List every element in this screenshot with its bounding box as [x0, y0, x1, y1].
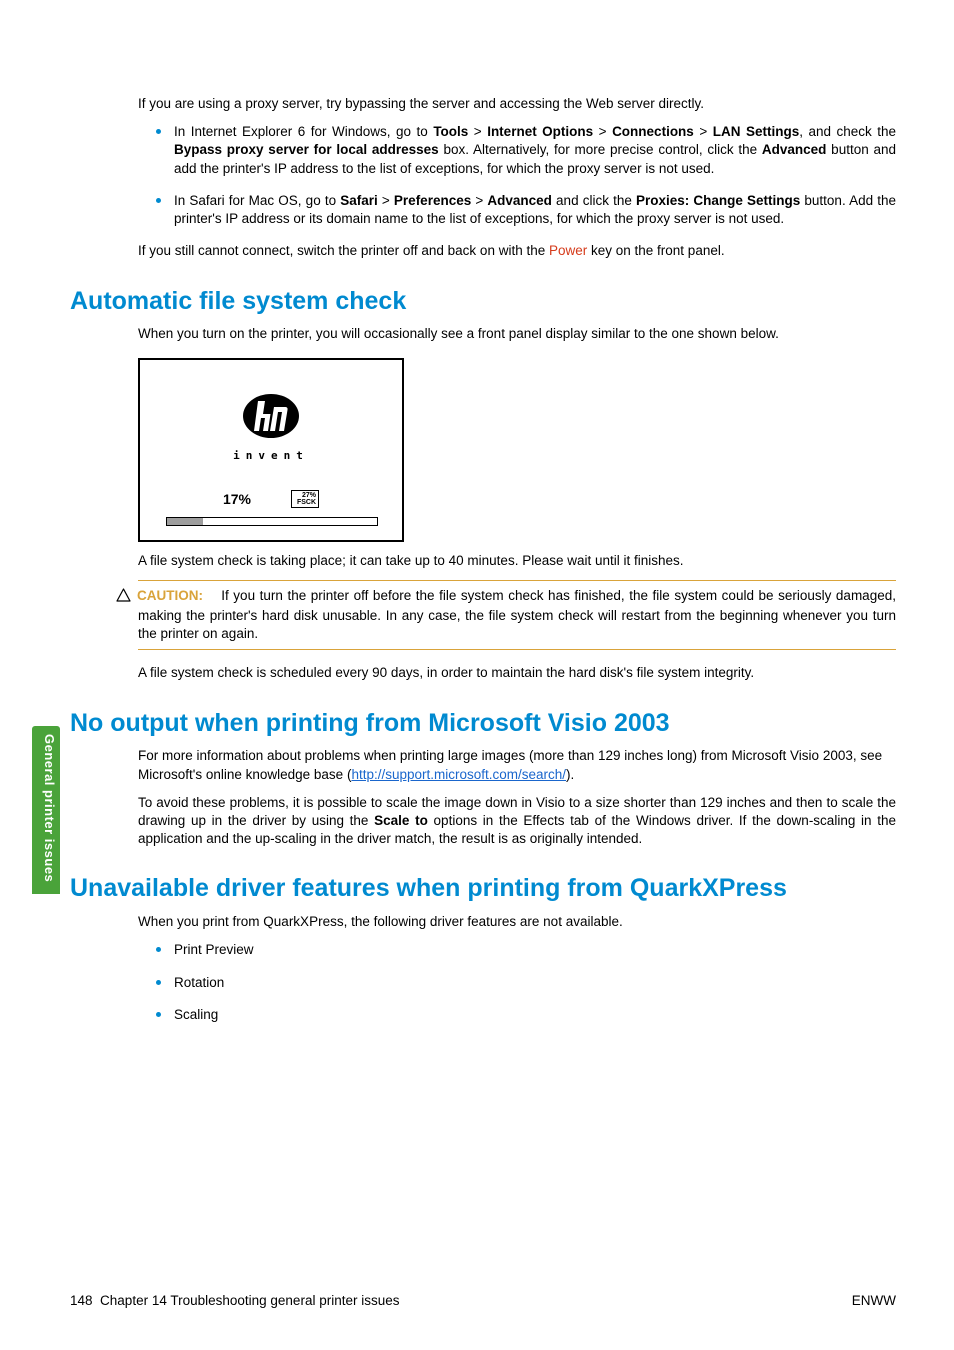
text: >	[593, 124, 612, 139]
heading-automatic-fsck: Automatic file system check	[70, 287, 896, 316]
text: Tools	[433, 124, 468, 139]
text: 27%	[294, 492, 316, 499]
text: FSCK	[294, 499, 316, 506]
progress-percent: 17%	[223, 490, 251, 509]
ms-support-link[interactable]: http://support.microsoft.com/search/	[351, 767, 566, 782]
invent-text: invent	[140, 449, 402, 464]
text: Internet Options	[487, 124, 593, 139]
text: and click the	[552, 193, 636, 208]
text: >	[378, 193, 394, 208]
text: Preferences	[394, 193, 471, 208]
text: box. Alternatively, for more precise con…	[439, 142, 762, 157]
caution-text	[208, 588, 222, 603]
text: Proxies: Change Settings	[636, 193, 800, 208]
text: Connections	[612, 124, 694, 139]
text: LAN Settings	[713, 124, 800, 139]
text: Scale to	[374, 813, 428, 828]
text: >	[468, 124, 487, 139]
chapter-title: Chapter 14 Troubleshooting general print…	[100, 1293, 399, 1308]
text: >	[694, 124, 713, 139]
heading-no-output-visio: No output when printing from Microsoft V…	[70, 709, 896, 738]
quark-features-list: Print Preview Rotation Scaling	[138, 941, 896, 1024]
visio-paragraph-2: To avoid these problems, it is possible …	[138, 794, 896, 849]
list-item: Rotation	[138, 974, 896, 992]
proxy-bullet-list: In Internet Explorer 6 for Windows, go t…	[138, 123, 896, 228]
page-number: 148	[70, 1293, 93, 1308]
front-panel-display: invent 17% 27% FSCK	[138, 358, 404, 542]
progress-bar	[166, 517, 378, 526]
text: >	[471, 193, 487, 208]
text: In Safari for Mac OS, go to	[174, 193, 340, 208]
text: If you still cannot connect, switch the …	[138, 243, 549, 258]
progress-bar-fill	[167, 518, 203, 525]
quark-paragraph: When you print from QuarkXPress, the fol…	[138, 913, 896, 931]
heading-quarkxpress: Unavailable driver features when printin…	[70, 874, 896, 903]
still-cannot-paragraph: If you still cannot connect, switch the …	[138, 242, 896, 260]
caution-icon	[116, 588, 131, 607]
text: ).	[566, 767, 574, 782]
side-tab: General printer issues	[32, 726, 60, 894]
caution-box: CAUTION: If you turn the printer off bef…	[138, 580, 896, 651]
intro-paragraph: If you are using a proxy server, try byp…	[138, 95, 896, 113]
fsck-badge: 27% FSCK	[291, 490, 319, 508]
visio-paragraph-1: For more information about problems when…	[138, 747, 896, 783]
afsc-paragraph-1: When you turn on the printer, you will o…	[138, 325, 896, 343]
list-item: Print Preview	[138, 941, 896, 959]
text: , and check the	[799, 124, 896, 139]
hp-logo-icon	[242, 392, 300, 445]
list-item: Scaling	[138, 1006, 896, 1024]
text: Advanced	[762, 142, 827, 157]
footer-right: ENWW	[852, 1292, 896, 1310]
text: key on the front panel.	[587, 243, 724, 258]
afsc-paragraph-2: A file system check is taking place; it …	[138, 552, 896, 570]
power-key-text: Power	[549, 243, 587, 258]
text: Safari	[340, 193, 378, 208]
text: Advanced	[487, 193, 552, 208]
footer: 148 Chapter 14 Troubleshooting general p…	[70, 1292, 896, 1310]
text: Bypass proxy server for local addresses	[174, 142, 439, 157]
afsc-paragraph-3: A file system check is scheduled every 9…	[138, 664, 896, 682]
list-item: In Safari for Mac OS, go to Safari > Pre…	[138, 192, 896, 228]
caution-label: CAUTION:	[137, 588, 203, 603]
list-item: In Internet Explorer 6 for Windows, go t…	[138, 123, 896, 178]
text: In Internet Explorer 6 for Windows, go t…	[174, 124, 433, 139]
caution-text: If you turn the printer off before the f…	[138, 588, 896, 641]
